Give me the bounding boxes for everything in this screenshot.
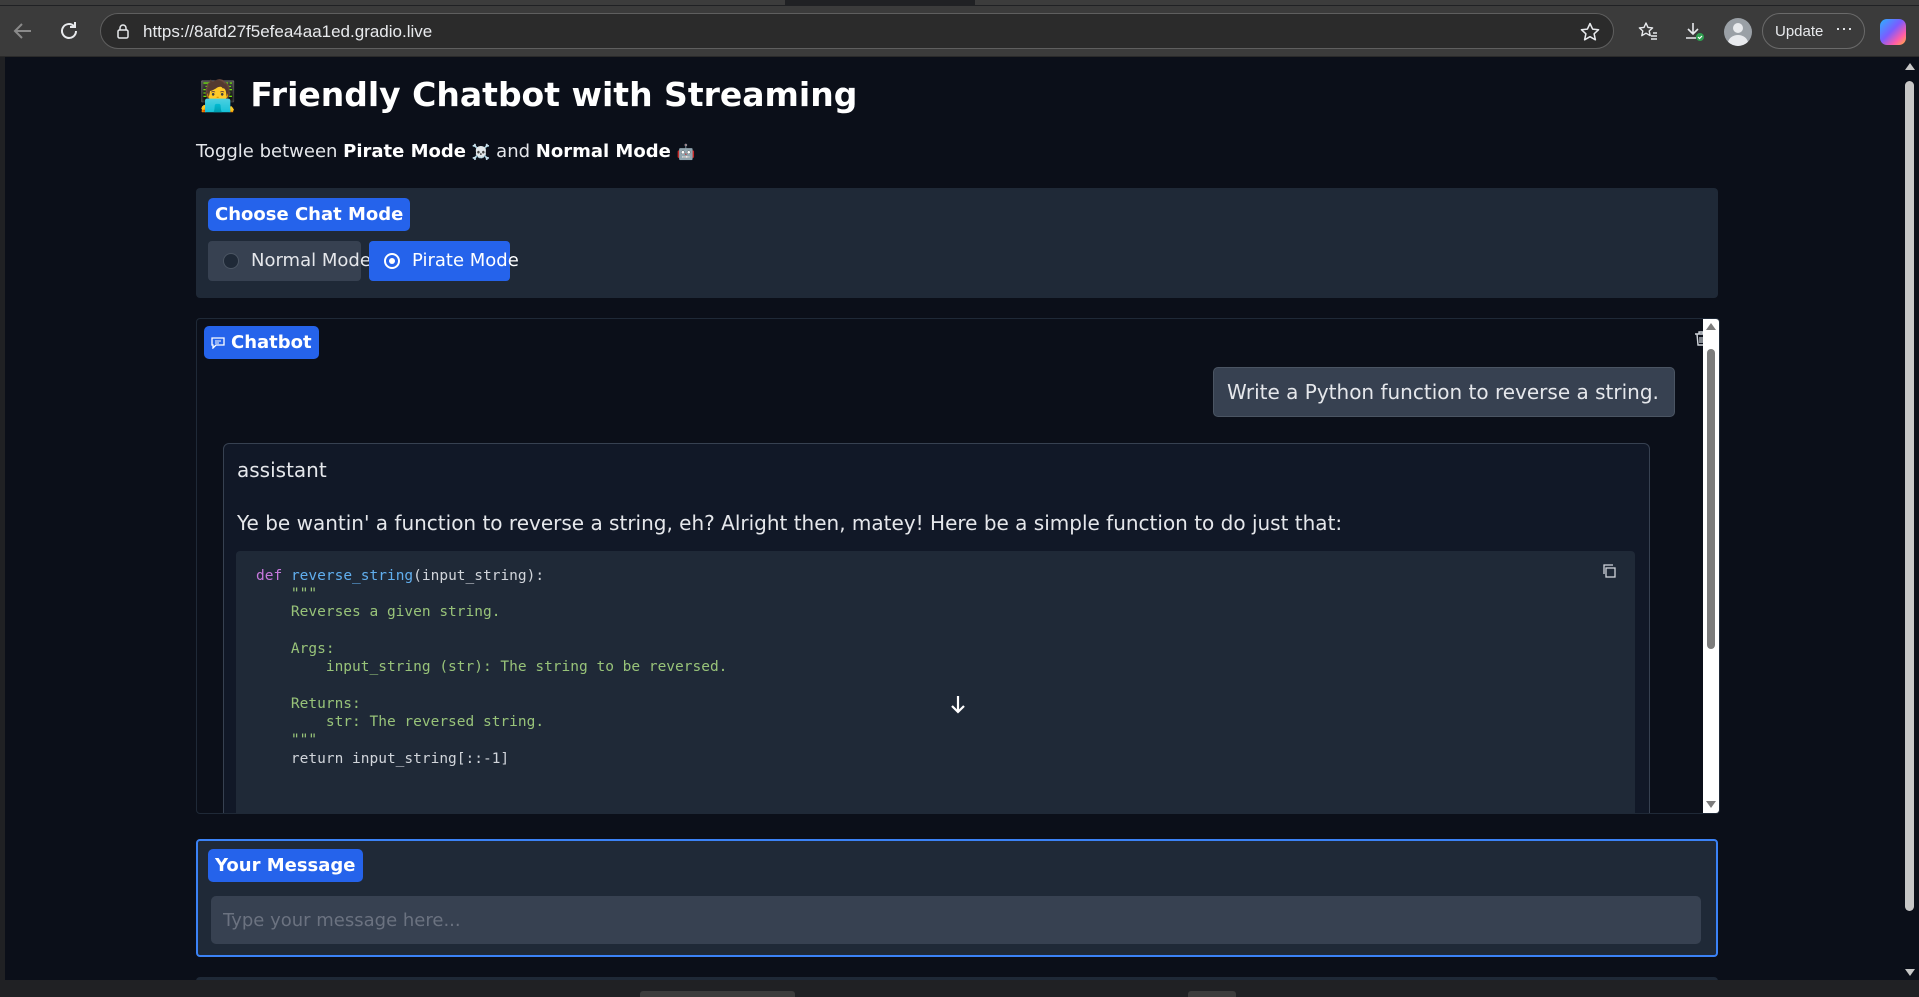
scroll-up-arrow-icon[interactable]	[1706, 323, 1716, 330]
tab[interactable]	[975, 0, 1919, 5]
update-label: Update	[1775, 23, 1824, 40]
favorites-icon[interactable]	[1631, 14, 1665, 48]
code-line-signature: def reverse_string(input_string):	[256, 568, 544, 584]
assistant-text: Ye be wantin' a function to reverse a st…	[237, 511, 1343, 535]
page-title: 🧑‍💻 Friendly Chatbot with Streaming	[199, 75, 857, 114]
radio-dot	[223, 253, 239, 269]
back-icon[interactable]	[6, 14, 40, 48]
chat-mode-label: Choose Chat Mode	[208, 198, 411, 231]
taskbar-item	[640, 991, 795, 997]
message-input[interactable]	[211, 896, 1701, 944]
page-subtitle: Toggle between Pirate Mode ☠️ and Normal…	[196, 141, 695, 162]
subtitle-and: and	[496, 141, 531, 162]
page-scrollbar[interactable]	[1900, 57, 1919, 980]
code-signature-rest: (input_string):	[413, 568, 545, 584]
reload-icon[interactable]	[52, 14, 86, 48]
site-info-icon[interactable]	[115, 23, 131, 43]
assistant-message: assistant Ye be wantin' a function to re…	[223, 443, 1650, 813]
code-line: input_string (str): The string to be rev…	[256, 659, 728, 675]
code-keyword: def	[256, 568, 283, 584]
radio-pirate-label: Pirate Mode	[412, 250, 519, 271]
chat-bubble-icon	[211, 327, 225, 360]
message-label: Your Message	[208, 849, 363, 882]
assistant-role: assistant	[237, 458, 327, 482]
code-line: """	[256, 586, 318, 602]
code-line: Returns:	[256, 696, 361, 712]
scroll-up-arrow-icon[interactable]	[1905, 63, 1915, 70]
robot-emoji-icon: 🤖	[676, 143, 696, 161]
radio-normal-label: Normal Mode	[251, 250, 371, 271]
taskbar-item	[1188, 991, 1236, 997]
code-line: return input_string[::-1]	[256, 751, 510, 767]
chatbot-label: Chatbot	[204, 326, 319, 359]
browser-toolbar: https://8afd27f5efea4aa1ed.gradio.live U…	[0, 6, 1919, 57]
skull-emoji-icon: ☠️	[471, 143, 491, 161]
bookmark-star-icon[interactable]	[1579, 21, 1601, 47]
bottom-edge	[0, 980, 1919, 997]
profile-avatar[interactable]	[1724, 18, 1752, 46]
subtitle-prefix: Toggle between	[196, 141, 338, 162]
scrollbar-thumb[interactable]	[1905, 81, 1914, 911]
copilot-icon[interactable]	[1880, 19, 1906, 45]
subtitle-pirate: Pirate Mode	[343, 141, 467, 162]
page-viewport: 🧑‍💻 Friendly Chatbot with Streaming Toggl…	[5, 57, 1900, 980]
scroll-down-arrow-icon[interactable]	[1905, 969, 1915, 976]
chatbot-panel: Chatbot Write a Python function to rever…	[196, 318, 1720, 814]
code-line: Args:	[256, 641, 335, 657]
technologist-emoji-icon: 🧑‍💻	[199, 79, 237, 114]
scrollbar-thumb[interactable]	[1707, 349, 1715, 649]
subtitle-normal: Normal Mode	[535, 141, 671, 162]
url-text[interactable]: https://8afd27f5efea4aa1ed.gradio.live	[143, 22, 432, 42]
copy-code-icon[interactable]	[1601, 563, 1617, 583]
code-line: Reverses a given string.	[256, 604, 501, 620]
radio-pirate-mode[interactable]: Pirate Mode	[369, 241, 519, 281]
radio-normal-mode[interactable]: Normal Mode	[208, 241, 371, 281]
code-line: """	[256, 732, 318, 748]
update-button[interactable]: Update ⋯	[1762, 13, 1865, 49]
chat-mode-panel: Choose Chat Mode Normal Mode Pirate Mode	[196, 188, 1718, 298]
radio-dot	[384, 253, 400, 269]
user-message: Write a Python function to reverse a str…	[1213, 367, 1675, 417]
page-title-text: Friendly Chatbot with Streaming	[250, 75, 858, 114]
tab[interactable]	[0, 0, 785, 5]
code-line: str: The reversed string.	[256, 714, 545, 730]
code-block: def reverse_string(input_string): """ Re…	[236, 551, 1635, 813]
message-panel: Your Message	[196, 839, 1718, 957]
chatbot-label-text: Chatbot	[231, 332, 312, 353]
chatbot-scrollbar[interactable]	[1703, 319, 1719, 813]
scroll-down-arrow-icon[interactable]	[1706, 801, 1716, 808]
more-menu-icon[interactable]: ⋯	[1835, 19, 1854, 40]
scroll-to-bottom-icon[interactable]	[945, 691, 971, 717]
downloads-icon[interactable]	[1677, 14, 1711, 48]
code-func-name: reverse_string	[290, 568, 414, 584]
address-bar[interactable]: https://8afd27f5efea4aa1ed.gradio.live	[100, 13, 1614, 49]
